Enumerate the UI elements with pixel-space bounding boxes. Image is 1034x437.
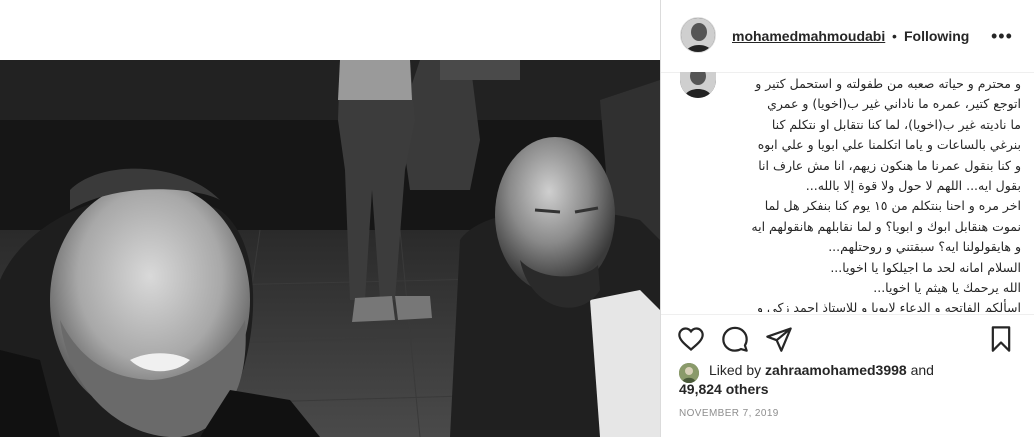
bookmark-icon[interactable] bbox=[987, 325, 1015, 358]
caption-line: ما ناديته غير ب(اخويا)، لما كنا نتقابل ا… bbox=[771, 116, 1021, 132]
caption-line: الله يرحمك يا هيثم يا اخويا... bbox=[873, 280, 1021, 296]
page-background bbox=[0, 0, 660, 60]
photo-image bbox=[0, 60, 660, 437]
likes-count-link[interactable]: 49,824 others bbox=[679, 381, 769, 397]
caption-line: بنرغي بالساعات و ياما اتكلمنا علي ابويا … bbox=[757, 137, 1021, 153]
comment-icon-graphic bbox=[722, 326, 748, 352]
caption-author-avatar[interactable] bbox=[680, 72, 716, 98]
caption-line: و كنا بنقول عمرنا ما هنكون زيهم، انا مش … bbox=[758, 157, 1021, 173]
caption-line: نموت هنقابل ابوك و ابويا؟ و لما نقابلهم … bbox=[751, 218, 1021, 234]
heart-icon-graphic bbox=[678, 327, 704, 351]
liked-by-text: Liked by zahraamohamed3998 and bbox=[709, 362, 934, 378]
caption-line: بقول ايه... اللهم لا حول ولا قوة إلا بال… bbox=[805, 178, 1021, 194]
heart-icon[interactable] bbox=[677, 325, 705, 358]
caption-line: اتوجع كتير، عمره ما ناداني غير ب(اخويا) … bbox=[767, 96, 1021, 112]
liked-by-suffix: and bbox=[906, 362, 934, 378]
post-caption: و محترم و حياته صعبه من طفولته و استحمل … bbox=[731, 74, 1021, 312]
liked-by-prefix: Liked by bbox=[709, 362, 766, 378]
caption-scrollbar[interactable] bbox=[1028, 72, 1032, 312]
more-options-icon[interactable]: ••• bbox=[991, 26, 1013, 47]
post-side-panel: mohamedmahmoudabi • Following ••• و محتر… bbox=[660, 0, 1034, 437]
caption-line: اخر مره و احنا بنتكلم من ١٥ يوم كنا بنفك… bbox=[764, 198, 1021, 214]
author-username[interactable]: mohamedmahmoudabi bbox=[732, 28, 885, 44]
header-separator: • bbox=[892, 28, 897, 44]
caption-line: السلام امانه لحد ما اجيلكوا يا اخويا... bbox=[830, 259, 1021, 275]
caption-line: و محترم و حياته صعبه من طفولته و استحمل … bbox=[755, 76, 1021, 91]
post-date[interactable]: NOVEMBER 7, 2019 bbox=[679, 408, 779, 419]
post-header: mohamedmahmoudabi • Following ••• bbox=[661, 0, 1034, 73]
avatar-image bbox=[679, 363, 699, 383]
liker-avatar[interactable] bbox=[679, 363, 699, 383]
share-icon[interactable] bbox=[765, 325, 793, 358]
share-icon-graphic bbox=[766, 327, 792, 352]
comment-icon[interactable] bbox=[721, 325, 749, 358]
bookmark-icon-graphic bbox=[991, 326, 1011, 352]
post-photo[interactable] bbox=[0, 60, 660, 437]
following-button[interactable]: Following bbox=[904, 28, 969, 44]
action-bar bbox=[661, 314, 1034, 361]
caption-area[interactable]: و محترم و حياته صعبه من طفولته و استحمل … bbox=[661, 72, 1034, 312]
liker-username[interactable]: zahraamohamed3998 bbox=[765, 362, 907, 378]
caption-line: اسألكم الفاتحه و الدعاء لابويا و للاستاذ… bbox=[757, 300, 1021, 312]
caption-line: و هايقولولنا ايه؟ سبقتني و روحتلهم... bbox=[828, 239, 1021, 255]
author-avatar[interactable] bbox=[680, 17, 716, 53]
avatar-image bbox=[681, 18, 715, 52]
avatar-image bbox=[680, 72, 716, 98]
